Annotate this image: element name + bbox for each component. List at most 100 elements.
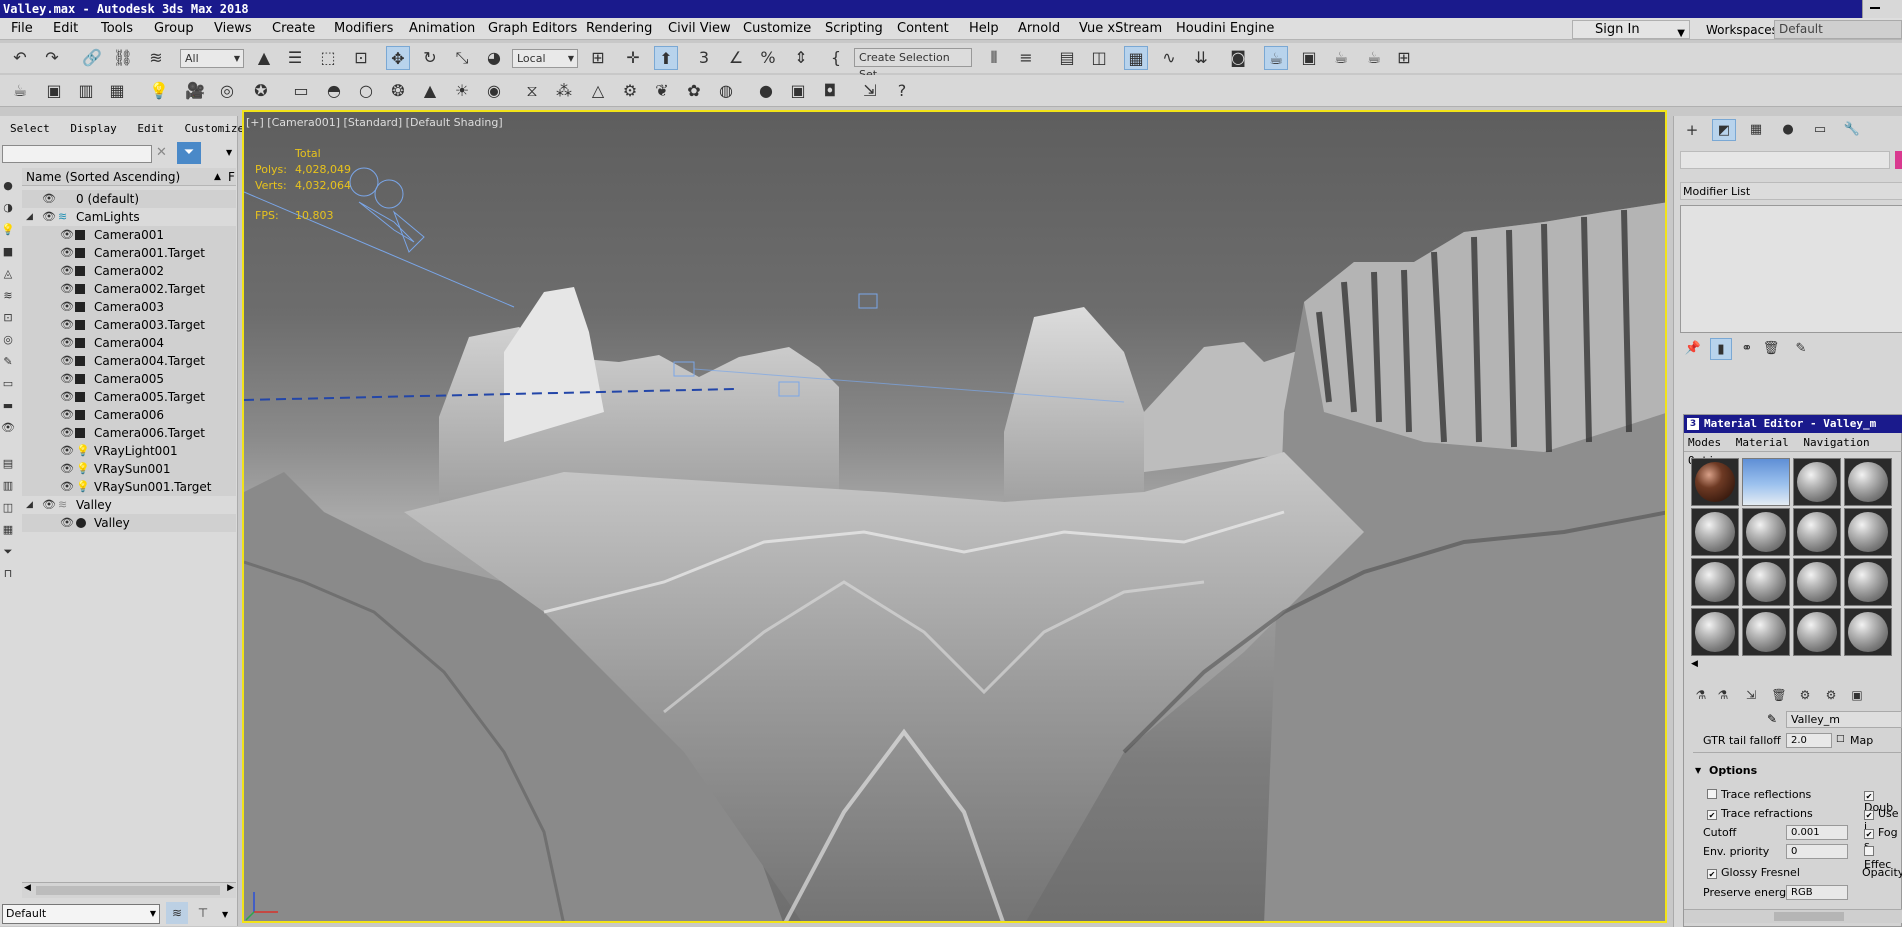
- material-slot[interactable]: [1742, 558, 1790, 606]
- make-unique-icon[interactable]: ⚭: [1736, 338, 1758, 360]
- material-sphere-icon[interactable]: ●: [754, 79, 778, 103]
- menu-material[interactable]: Material: [1736, 436, 1789, 449]
- lock-icon[interactable]: ⊓: [0, 564, 18, 584]
- workspace-select[interactable]: Default: [1774, 20, 1902, 39]
- spot-light-icon[interactable]: ▲: [418, 79, 442, 103]
- menu-navigation[interactable]: Navigation: [1803, 436, 1869, 449]
- helpers-filter-icon[interactable]: ◬: [0, 264, 18, 284]
- cameras-filter-icon[interactable]: ■: [0, 242, 18, 262]
- scroll-left-icon[interactable]: ◀: [1691, 659, 1698, 669]
- visibility-eye-icon[interactable]: 👁: [60, 424, 74, 442]
- hierarchy-toggle-icon[interactable]: ⊤: [192, 902, 214, 924]
- rotate-icon[interactable]: ↻: [418, 46, 442, 70]
- material-slot[interactable]: [1742, 458, 1790, 506]
- scene-row-vraysun001-target[interactable]: 👁 💡 VRaySun001.Target: [22, 478, 236, 496]
- funnel-icon[interactable]: ⏷: [0, 542, 18, 562]
- link-icon[interactable]: 🔗: [80, 46, 104, 70]
- material-editor-icon[interactable]: ◙: [1226, 46, 1250, 70]
- minimize-button[interactable]: [1862, 0, 1902, 18]
- scene-row-valley-object[interactable]: 👁 Valley: [22, 514, 236, 532]
- rollout-toggle-icon[interactable]: ▼: [1695, 766, 1701, 775]
- layer-view-icon[interactable]: ◫: [0, 498, 18, 518]
- trace-refractions-option[interactable]: ✔ Trace refractions: [1707, 807, 1813, 820]
- scene-row-camera003-target[interactable]: 👁 Camera003.Target: [22, 316, 236, 334]
- visibility-eye-icon[interactable]: 👁: [60, 406, 74, 424]
- map-toggle-icon[interactable]: □: [1836, 734, 1845, 744]
- teapot-icon[interactable]: ☕: [8, 79, 32, 103]
- dome-icon[interactable]: ◓: [322, 79, 346, 103]
- redo-icon[interactable]: ↷: [40, 46, 64, 70]
- material-slot[interactable]: [1844, 608, 1892, 656]
- material-slot[interactable]: [1793, 558, 1841, 606]
- scene-row-camera006[interactable]: 👁 Camera006: [22, 406, 236, 424]
- shapes-filter-icon[interactable]: ◑: [0, 198, 18, 218]
- select-object-icon[interactable]: ▲: [252, 46, 276, 70]
- pin-stack-icon[interactable]: 📌: [1682, 338, 1704, 360]
- ambient-light-icon[interactable]: ◉: [482, 79, 506, 103]
- double-sided-checkbox[interactable]: ✔: [1864, 791, 1874, 801]
- visibility-eye-icon[interactable]: 👁: [42, 208, 56, 226]
- menu-rendering[interactable]: Rendering: [586, 21, 652, 36]
- align-icon[interactable]: ≡: [1014, 46, 1038, 70]
- display-tab-icon[interactable]: ▭: [1808, 119, 1832, 141]
- lights-filter-icon[interactable]: 💡: [0, 220, 18, 240]
- sun-icon[interactable]: ☀: [450, 79, 474, 103]
- visibility-eye-icon[interactable]: 👁: [60, 262, 74, 280]
- menu-arnold[interactable]: Arnold: [1018, 21, 1060, 36]
- place-icon[interactable]: ◕: [482, 46, 506, 70]
- configure-modifier-sets-icon[interactable]: ✎: [1790, 338, 1812, 360]
- make-unique-icon[interactable]: ⚙: [1794, 684, 1816, 706]
- fog-system-checkbox[interactable]: ✔: [1864, 829, 1874, 839]
- hierarchy-tab-icon[interactable]: ▦: [1744, 119, 1768, 141]
- material-slot[interactable]: [1844, 558, 1892, 606]
- create-tab-icon[interactable]: +: [1680, 119, 1704, 141]
- scene-row-camera001[interactable]: 👁 Camera001: [22, 226, 236, 244]
- vfb-icon[interactable]: ◘: [818, 79, 842, 103]
- visibility-eye-icon[interactable]: 👁: [60, 388, 74, 406]
- menu-vue-xstream[interactable]: Vue xStream: [1079, 21, 1162, 36]
- search-input[interactable]: [2, 145, 152, 163]
- unlink-icon[interactable]: ⛓: [111, 46, 135, 70]
- motion-tab-icon[interactable]: ●: [1776, 119, 1800, 141]
- schematic-view-icon[interactable]: ⇊: [1189, 46, 1213, 70]
- render-setup-icon[interactable]: ☕: [1264, 46, 1288, 70]
- render-iterative-icon[interactable]: ☕: [1362, 46, 1386, 70]
- visibility-eye-icon[interactable]: 👁: [42, 190, 56, 208]
- percent-snap-icon[interactable]: %: [756, 46, 780, 70]
- calculator-icon[interactable]: ▥: [74, 79, 98, 103]
- particles-icon[interactable]: ⁂: [552, 79, 576, 103]
- material-slot[interactable]: [1793, 458, 1841, 506]
- settings-icon[interactable]: ⚙: [618, 79, 642, 103]
- assign-material-icon[interactable]: ⇲: [1740, 684, 1762, 706]
- ribbon-toggle-icon[interactable]: ▦: [1124, 46, 1148, 70]
- scrollbar-thumb[interactable]: [1774, 912, 1844, 921]
- scene-explorer-scrollbar[interactable]: ◀ ▶: [22, 882, 236, 898]
- scene-row-camera002[interactable]: 👁 Camera002: [22, 262, 236, 280]
- utilities-tab-icon[interactable]: 🔧: [1840, 119, 1864, 141]
- visibility-eye-icon[interactable]: 👁: [60, 226, 74, 244]
- menu-edit[interactable]: Edit: [53, 21, 78, 36]
- show-end-result-icon[interactable]: ▮: [1710, 338, 1732, 360]
- layer-explorer-icon[interactable]: ◫: [1087, 46, 1111, 70]
- pivot-center-icon[interactable]: ⊞: [586, 46, 610, 70]
- keyboard-shortcut-toggle-icon[interactable]: ⬆: [654, 46, 678, 70]
- selection-filter-select[interactable]: All ▼: [180, 49, 244, 68]
- select-manipulate-icon[interactable]: ✛: [621, 46, 645, 70]
- glossy-fresnel-option[interactable]: ✔ Glossy Fresnel: [1707, 866, 1800, 879]
- sort-icon[interactable]: ▦: [0, 520, 18, 540]
- tab-display[interactable]: Display: [70, 122, 116, 135]
- chevron-down-icon[interactable]: ▼: [226, 148, 232, 157]
- object-color-swatch[interactable]: [1895, 151, 1902, 169]
- visibility-eye-icon[interactable]: 👁: [60, 244, 74, 262]
- menu-civil-view[interactable]: Civil View: [668, 21, 731, 36]
- layer-select[interactable]: Default ▼: [2, 904, 160, 924]
- scatter-icon[interactable]: ✿: [682, 79, 706, 103]
- viewport-label-menu[interactable]: [+] [Camera001] [Standard] [Default Shad…: [246, 116, 503, 129]
- scene-row-camlights[interactable]: ◢ 👁 ≋ CamLights: [22, 208, 236, 226]
- menu-houdini-engine[interactable]: Houdini Engine: [1176, 21, 1274, 36]
- menu-help[interactable]: Help: [969, 21, 999, 36]
- export-icon[interactable]: ⇲: [858, 79, 882, 103]
- options-rollout-header[interactable]: Options: [1709, 764, 1757, 777]
- effect-checkbox[interactable]: [1864, 846, 1874, 856]
- put-to-library-icon[interactable]: ⚙: [1820, 684, 1842, 706]
